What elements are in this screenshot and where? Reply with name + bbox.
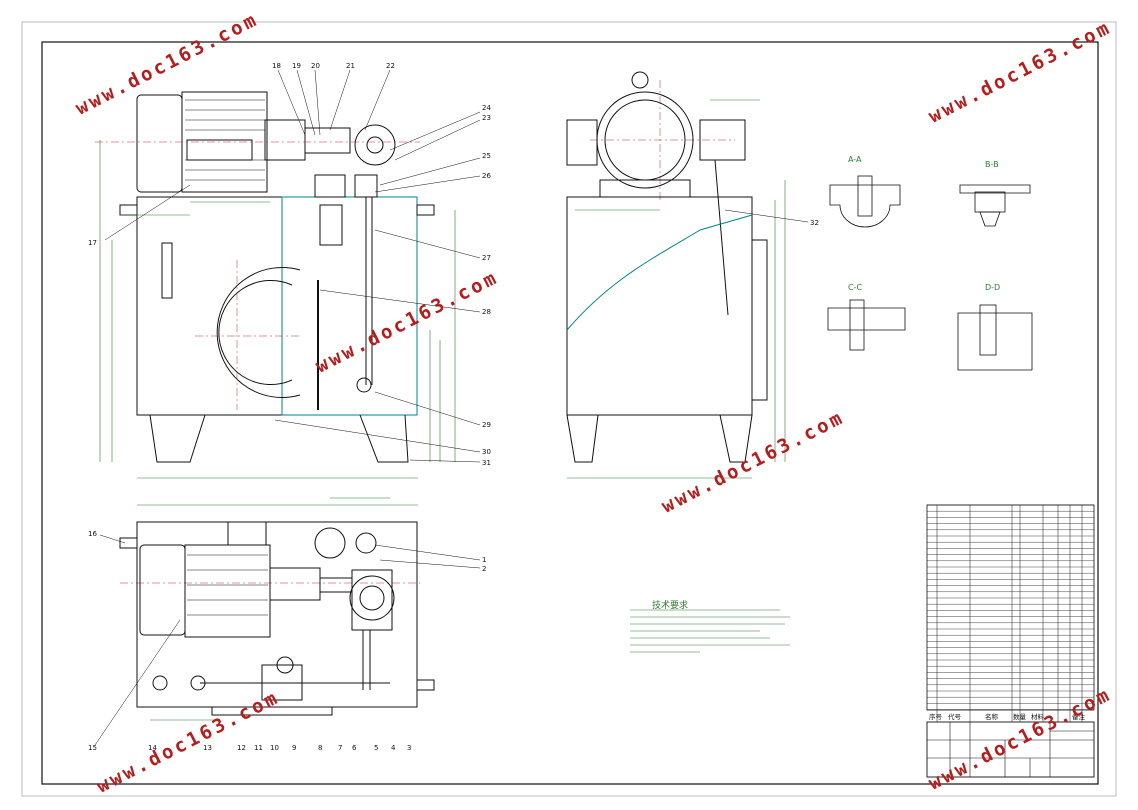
drawing-canvas: A-A B-B C-C D-D 1 2 3 4 5 6 7 8 9 10 11 … xyxy=(21,21,1117,797)
section-label-a: A-A xyxy=(848,155,862,164)
header-qty: 数量 xyxy=(1013,712,1027,721)
centerlines xyxy=(95,80,735,584)
callout-7: 7 xyxy=(338,744,342,752)
section-label-b: B-B xyxy=(985,160,999,169)
callout-31: 31 xyxy=(482,459,491,467)
callout-16: 16 xyxy=(88,530,97,538)
callout-6: 6 xyxy=(352,744,357,752)
callout-24: 24 xyxy=(482,104,491,112)
callout-20: 20 xyxy=(311,62,320,70)
leader-lines xyxy=(94,69,809,746)
callout-19: 19 xyxy=(292,62,301,70)
callout-9: 9 xyxy=(292,744,296,752)
drawing-border xyxy=(41,41,1099,785)
callout-25: 25 xyxy=(482,152,491,160)
callout-18: 18 xyxy=(272,62,281,70)
parts-list-rows xyxy=(927,504,1094,710)
callout-4: 4 xyxy=(391,744,396,752)
callout-5: 5 xyxy=(374,744,378,752)
callout-22: 22 xyxy=(386,62,395,70)
callout-12: 12 xyxy=(237,744,246,752)
header-no: 序号 xyxy=(929,712,943,721)
callout-3: 3 xyxy=(407,744,411,752)
callout-11: 11 xyxy=(254,744,263,752)
callout-29: 29 xyxy=(482,421,491,429)
callout-30: 30 xyxy=(482,448,491,456)
outer-frame xyxy=(21,21,1117,797)
callout-23: 23 xyxy=(482,114,491,122)
front-view xyxy=(119,91,435,463)
header-code: 代号 xyxy=(948,712,962,721)
front-view-dimensions xyxy=(99,140,456,479)
section-label-c: C-C xyxy=(848,283,862,292)
callout-17: 17 xyxy=(88,239,97,247)
callouts: 1 2 3 4 5 6 7 8 9 10 11 12 13 14 15 16 1… xyxy=(88,62,819,752)
side-view xyxy=(566,71,768,463)
section-label-d: D-D xyxy=(985,283,1000,292)
callout-2: 2 xyxy=(482,565,486,573)
parts-list xyxy=(926,504,1095,722)
callout-8: 8 xyxy=(318,744,322,752)
technical-requirements xyxy=(630,609,790,653)
callout-15: 15 xyxy=(88,744,97,752)
header-name: 名称 xyxy=(985,712,999,721)
callout-1: 1 xyxy=(482,556,486,564)
callout-27: 27 xyxy=(482,254,491,262)
section-details xyxy=(827,175,1033,371)
callout-32: 32 xyxy=(810,219,819,227)
callout-28: 28 xyxy=(482,308,491,316)
plan-view xyxy=(119,521,435,716)
callout-26: 26 xyxy=(482,172,491,180)
callout-10: 10 xyxy=(270,744,279,752)
callout-21: 21 xyxy=(346,62,355,70)
technical-requirements-title: 技术要求 xyxy=(652,601,689,611)
section-labels: A-A B-B C-C D-D xyxy=(848,155,1000,292)
